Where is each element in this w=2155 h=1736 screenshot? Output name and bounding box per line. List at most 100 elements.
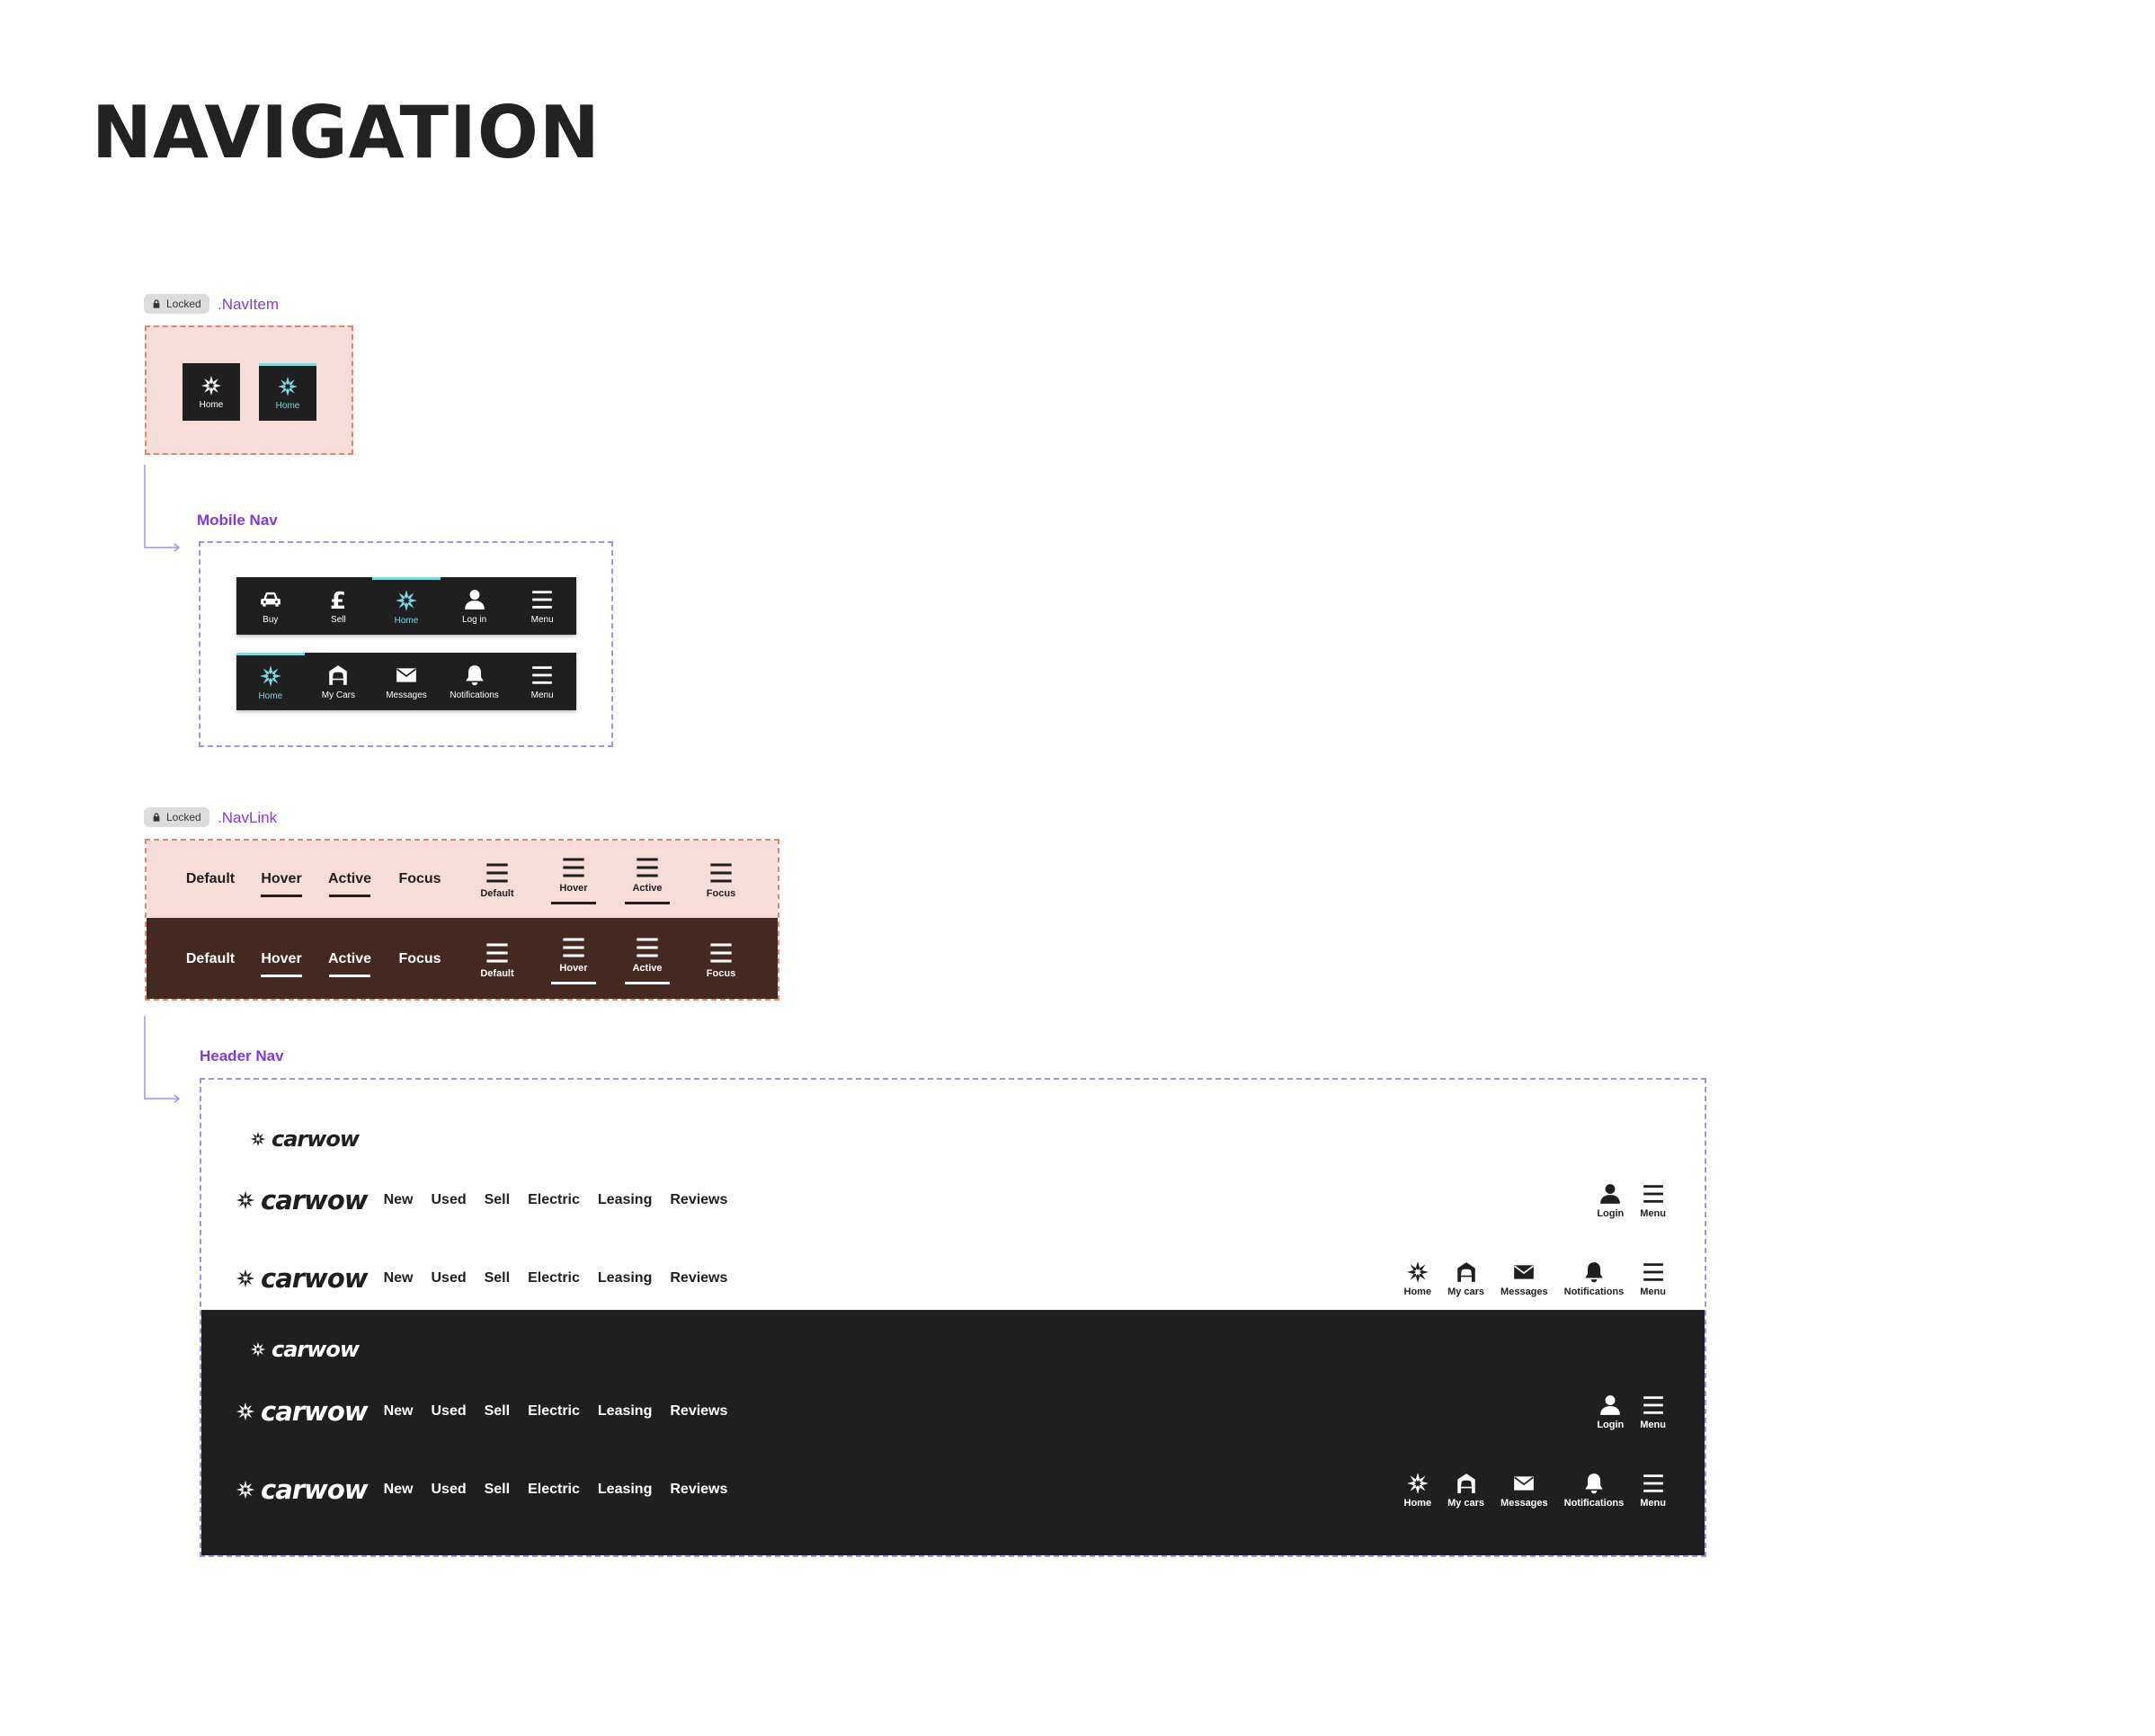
nav-link-used[interactable]: Used xyxy=(431,1482,466,1498)
nav-link-reviews[interactable]: Reviews xyxy=(670,1192,727,1208)
nav-link-electric[interactable]: Electric xyxy=(528,1270,580,1286)
menu-button[interactable]: Menu xyxy=(1640,1260,1666,1297)
navlink-menu-default[interactable]: Default xyxy=(466,841,529,918)
header-nav-actions: Login Menu xyxy=(1597,1164,1666,1236)
login-label: Login xyxy=(1597,1419,1625,1430)
mobile-nav-item-label: Buy xyxy=(263,614,279,625)
mobile-nav-item-messages[interactable]: Messages xyxy=(372,653,441,710)
navlink-menu-focus[interactable]: Focus xyxy=(690,918,752,999)
hamburger-icon xyxy=(561,855,586,880)
home-button[interactable]: Home xyxy=(1404,1472,1431,1509)
menu-button[interactable]: Menu xyxy=(1640,1393,1666,1430)
navlink-label: Focus xyxy=(398,871,441,886)
nav-link-electric[interactable]: Electric xyxy=(528,1403,580,1420)
header-nav-light-section: carwow carwow New Used Sell Electric Lea… xyxy=(201,1080,1705,1310)
nav-link-reviews[interactable]: Reviews xyxy=(670,1403,727,1420)
nav-link-electric[interactable]: Electric xyxy=(528,1192,580,1208)
navlink-active[interactable]: Active xyxy=(323,918,377,999)
nav-link-sell[interactable]: Sell xyxy=(485,1192,510,1208)
nav-link-new[interactable]: New xyxy=(384,1482,414,1498)
nav-link-sell[interactable]: Sell xyxy=(485,1403,510,1420)
mobile-nav-item-my-cars[interactable]: My Cars xyxy=(305,653,373,710)
carwow-logo[interactable]: carwow xyxy=(236,1185,369,1215)
locked-badge-label: Locked xyxy=(166,298,201,310)
pound-icon xyxy=(326,588,350,611)
navlink-menu-label: Focus xyxy=(706,967,736,979)
carwow-logo[interactable]: carwow xyxy=(236,1396,369,1427)
navlink-menu-default[interactable]: Default xyxy=(466,918,529,999)
nav-link-leasing[interactable]: Leasing xyxy=(598,1403,652,1420)
navlink-menu-active[interactable]: Active xyxy=(616,841,679,918)
hamburger-icon xyxy=(561,935,586,960)
carwow-logo[interactable]: carwow xyxy=(250,1126,360,1152)
header-nav-guest: carwow New Used Sell Electric Leasing Re… xyxy=(201,1164,1705,1236)
mobile-nav-item-label: Log in xyxy=(461,614,487,625)
mobile-nav-item-login[interactable]: Log in xyxy=(441,577,509,635)
mobile-nav-item-home[interactable]: Home xyxy=(236,653,305,710)
nav-link-leasing[interactable]: Leasing xyxy=(598,1270,652,1286)
nav-link-electric[interactable]: Electric xyxy=(528,1482,580,1498)
nav-link-new[interactable]: New xyxy=(384,1270,414,1286)
navlink-default[interactable]: Default xyxy=(179,918,242,999)
messages-button[interactable]: Messages xyxy=(1500,1472,1548,1509)
nav-link-reviews[interactable]: Reviews xyxy=(670,1270,727,1286)
navlink-default[interactable]: Default xyxy=(179,841,242,918)
hamburger-icon xyxy=(708,940,734,966)
nav-link-leasing[interactable]: Leasing xyxy=(598,1192,652,1208)
mobile-nav-item-menu[interactable]: Menu xyxy=(508,577,576,635)
hamburger-icon xyxy=(635,935,660,960)
mobile-nav-item-notifications[interactable]: Notifications xyxy=(441,653,509,710)
nav-link-sell[interactable]: Sell xyxy=(485,1270,510,1286)
carwow-logo[interactable]: carwow xyxy=(250,1337,360,1362)
mobile-nav-item-label: Menu xyxy=(530,690,554,700)
navlink-menu-hover[interactable]: Hover xyxy=(542,918,605,999)
nav-link-used[interactable]: Used xyxy=(431,1403,466,1420)
home-button[interactable]: Home xyxy=(1404,1260,1431,1297)
navlink-menu-hover[interactable]: Hover xyxy=(542,841,605,918)
carwow-logo[interactable]: carwow xyxy=(236,1263,369,1294)
nav-link-used[interactable]: Used xyxy=(431,1192,466,1208)
navlink-menu-label: Active xyxy=(632,882,663,894)
menu-button[interactable]: Menu xyxy=(1640,1182,1666,1219)
navlink-hover[interactable]: Hover xyxy=(254,918,308,999)
nav-link-reviews[interactable]: Reviews xyxy=(670,1482,727,1498)
mobile-nav-item-menu[interactable]: Menu xyxy=(508,653,576,710)
mobile-nav-item-home[interactable]: Home xyxy=(372,577,441,635)
nav-link-sell[interactable]: Sell xyxy=(485,1482,510,1498)
navlink-row-dark: Default Hover Active Focus Default Hover… xyxy=(147,918,778,999)
my-cars-button[interactable]: My cars xyxy=(1447,1260,1484,1297)
login-button[interactable]: Login xyxy=(1597,1182,1624,1219)
navitem-default[interactable]: Home xyxy=(183,363,240,421)
navlink-active[interactable]: Active xyxy=(323,841,377,918)
notifications-button[interactable]: Notifications xyxy=(1564,1260,1624,1297)
notifications-button[interactable]: Notifications xyxy=(1564,1472,1624,1509)
header-nav-links: New Used Sell Electric Leasing Reviews xyxy=(384,1270,728,1286)
page-title: NAVIGATION xyxy=(92,91,601,174)
hamburger-icon xyxy=(530,663,554,687)
nav-link-used[interactable]: Used xyxy=(431,1270,466,1286)
my-cars-button[interactable]: My cars xyxy=(1447,1472,1484,1509)
nav-link-new[interactable]: New xyxy=(384,1192,414,1208)
messages-label: Messages xyxy=(1500,1286,1548,1297)
nav-link-leasing[interactable]: Leasing xyxy=(598,1482,652,1498)
navlink-focus[interactable]: Focus xyxy=(393,841,447,918)
mobile-nav-item-label: Menu xyxy=(530,614,554,625)
navlink-focus[interactable]: Focus xyxy=(393,918,447,999)
logo-text: carwow xyxy=(261,1396,369,1427)
navlink-menu-active[interactable]: Active xyxy=(616,918,679,999)
messages-button[interactable]: Messages xyxy=(1500,1260,1548,1297)
carwow-logo[interactable]: carwow xyxy=(236,1474,369,1505)
navitem-active[interactable]: Home xyxy=(259,363,316,421)
navlink-menu-focus[interactable]: Focus xyxy=(690,841,752,918)
carwow-star-icon xyxy=(200,375,222,396)
login-button[interactable]: Login xyxy=(1597,1393,1624,1430)
mobile-nav-item-sell[interactable]: Sell xyxy=(305,577,373,635)
header-nav-links: New Used Sell Electric Leasing Reviews xyxy=(384,1192,728,1208)
user-icon xyxy=(1598,1182,1622,1206)
navlink-label: Hover xyxy=(261,871,302,886)
navlink-label: Active xyxy=(327,951,372,966)
navlink-hover[interactable]: Hover xyxy=(254,841,308,918)
mobile-nav-item-buy[interactable]: Buy xyxy=(236,577,305,635)
menu-button[interactable]: Menu xyxy=(1640,1472,1666,1509)
nav-link-new[interactable]: New xyxy=(384,1403,414,1420)
